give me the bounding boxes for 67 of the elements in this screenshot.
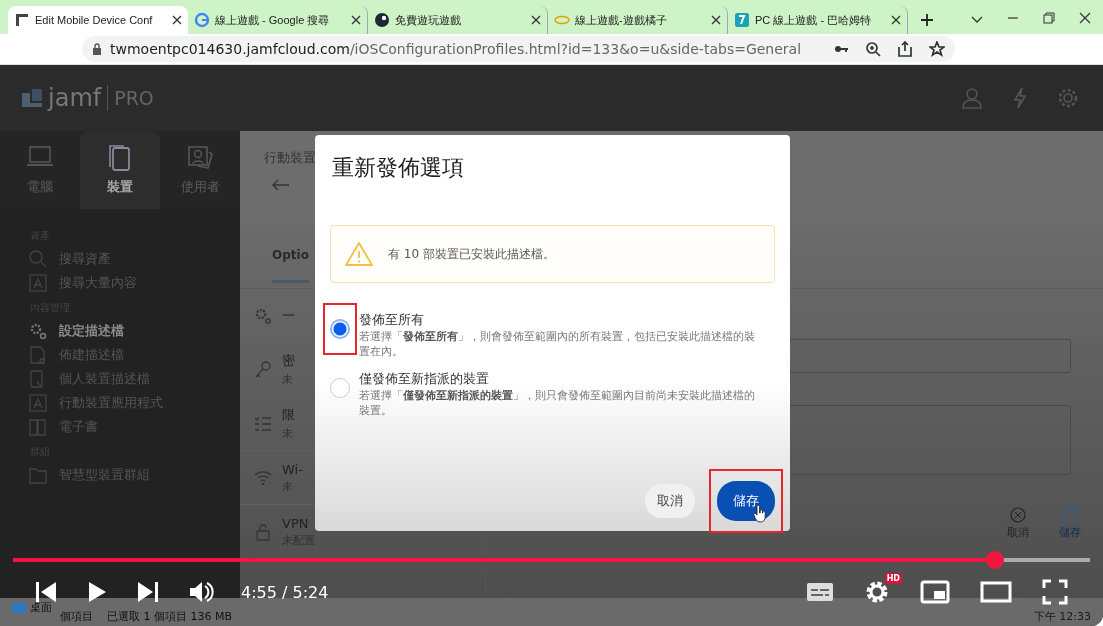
playback-time: 4:55 / 5:24: [241, 582, 329, 602]
wifi-icon: [254, 468, 272, 487]
theater-mode-icon[interactable]: [980, 581, 1012, 603]
next-icon[interactable]: [137, 581, 159, 603]
back-arrow-icon[interactable]: [272, 179, 290, 191]
folder-icon: [12, 602, 26, 613]
product-name: PRO: [114, 87, 154, 109]
checklist-icon: [254, 414, 272, 433]
browser-tab[interactable]: Edit Mobile Device Conf: [8, 6, 188, 34]
user-icon: [185, 144, 215, 172]
cancel-icon: [1010, 507, 1026, 523]
chevron-down-icon[interactable]: [971, 16, 983, 24]
hd-badge: HD: [884, 573, 902, 584]
new-tab-icon[interactable]: [920, 13, 934, 27]
status-text: 個項目: [60, 609, 93, 624]
save-button[interactable]: 儲存: [717, 481, 775, 521]
status-text: 已選取 1 個項目 136 MB: [107, 609, 233, 624]
options-tab[interactable]: Optio: [272, 229, 309, 283]
key-icon: [254, 360, 272, 379]
play-icon[interactable]: [87, 581, 107, 603]
alert-banner: 有 10 部裝置已安裝此描述檔。: [330, 225, 775, 283]
progress-bar[interactable]: [13, 551, 1090, 569]
sidebar-item[interactable]: 設定描述檔: [0, 319, 240, 343]
close-icon[interactable]: [531, 15, 541, 25]
lock-icon: [254, 522, 272, 541]
folder-name: 桌面: [30, 600, 52, 615]
hand-cursor-icon: [753, 505, 767, 523]
image-icon: [29, 394, 47, 412]
close-icon[interactable]: [891, 15, 901, 25]
search-icon: [29, 250, 47, 268]
save-icon: [1062, 507, 1078, 523]
restore-icon[interactable]: [1043, 12, 1055, 24]
document-icon: [29, 346, 47, 364]
close-icon[interactable]: [172, 15, 182, 25]
close-icon[interactable]: [1079, 12, 1091, 24]
footer-button[interactable]: 儲存: [1059, 507, 1081, 540]
volume-icon[interactable]: [189, 580, 215, 604]
option-description: 若選擇「發佈至所有」，則會發佈至範圍內的所有裝置，包括已安裝此描述檔的裝置在內。: [359, 329, 756, 359]
settings-icon[interactable]: [864, 579, 890, 605]
folder-icon: [29, 466, 47, 484]
zoom-icon[interactable]: [865, 41, 882, 57]
nav-tab[interactable]: 裝置: [80, 131, 160, 209]
radio-button[interactable]: [330, 378, 350, 399]
warning-icon: [344, 241, 374, 267]
dialog-title: 重新發佈選項: [331, 154, 465, 182]
cancel-button[interactable]: 取消: [645, 484, 695, 518]
close-icon[interactable]: [351, 15, 361, 25]
subtitles-icon[interactable]: [806, 581, 834, 603]
option-description: 若選擇「僅發佈至新指派的裝置」，則只會發佈至範圍內目前尚未安裝此描述檔的裝置。: [359, 388, 756, 418]
close-icon[interactable]: [711, 15, 721, 25]
logo-text: jamf: [48, 84, 102, 112]
option-label: 發佈至所有: [359, 311, 425, 329]
address-field[interactable]: twmoentpc014630.jamfcloud.com/iOSConfigurationProfiles.html?id=133&o=u&side-tabs=General: [82, 36, 956, 62]
book-icon: [29, 418, 47, 436]
logo-icon: [22, 89, 42, 107]
lock-icon: [92, 43, 102, 55]
radio-button[interactable]: [330, 319, 350, 339]
image-icon: [29, 274, 47, 292]
clock: 下午 12:33: [1033, 609, 1091, 624]
share-icon[interactable]: [897, 41, 914, 57]
fullscreen-icon[interactable]: [1042, 579, 1068, 605]
star-icon[interactable]: [929, 41, 946, 57]
gears-icon: [29, 322, 47, 340]
gears-icon: [254, 306, 272, 325]
miniplayer-icon[interactable]: [920, 580, 950, 604]
option-label: 僅發佈至新指派的裝置: [359, 370, 490, 389]
previous-icon[interactable]: [35, 581, 57, 603]
